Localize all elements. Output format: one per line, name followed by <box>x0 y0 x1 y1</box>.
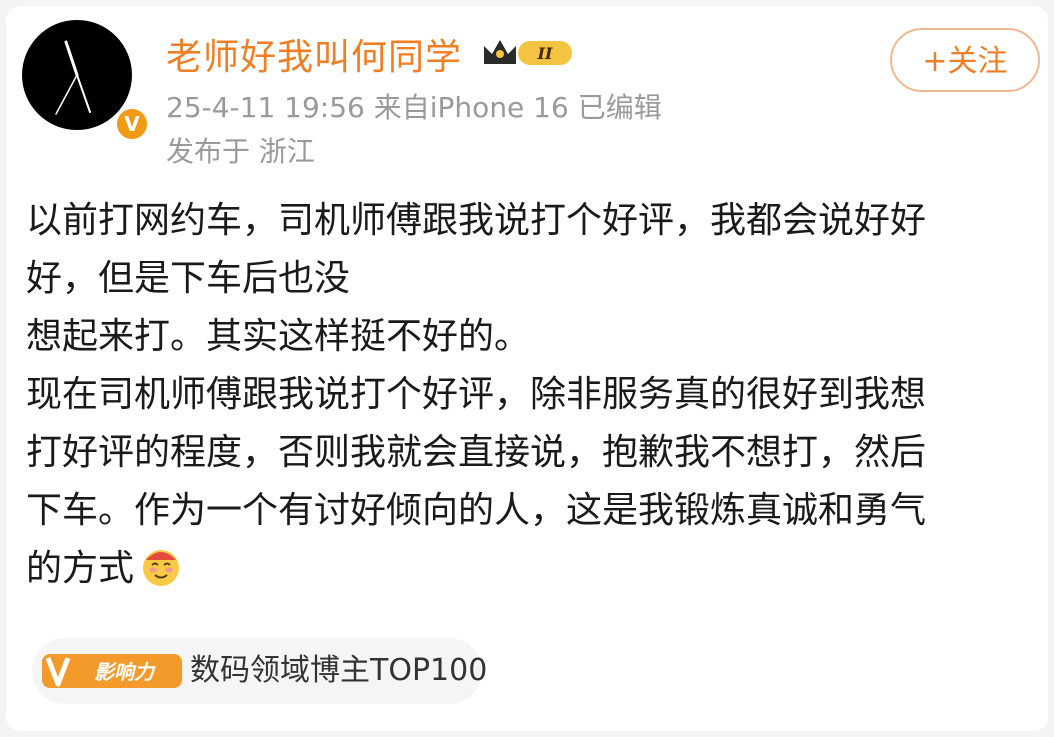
rank-level-text: II <box>537 44 553 63</box>
author-name[interactable]: 老师好我叫何同学 <box>166 28 462 80</box>
post-meta: 25-4-11 19:56 来自iPhone 16 已编辑 <box>166 91 662 124</box>
rank-crown-badge-icon: II <box>484 40 572 65</box>
post-line-text: 的方式 <box>26 548 135 589</box>
embarrassed-smile-emoji-icon <box>143 550 180 586</box>
post-line-last: 的方式 <box>26 540 1036 598</box>
verified-badge-icon: V <box>114 106 150 142</box>
influence-tag[interactable]: 影响力 数码领域博主TOP100 <box>32 638 487 704</box>
influence-tag-label: 数码领域博主TOP100 <box>190 653 488 688</box>
post-line: 好，但是下车后也没 <box>26 258 351 299</box>
post-content: 以前打网约车，司机师傅跟我说打个好评，我都会说好好 好，但是下车后也没 想起来打… <box>26 192 1036 598</box>
avatar[interactable]: V <box>22 20 150 142</box>
post-location: 发布于 浙江 <box>166 135 315 168</box>
weibo-post-card: V 老师好我叫何同学 II 25-4-11 19:56 来自iPhone 16 … <box>6 6 1048 731</box>
post-line: 以前打网约车，司机师傅跟我说打个好评，我都会说好好 <box>26 200 927 241</box>
post-line: 现在司机师傅跟我说打个好评，除非服务真的很好到我想 <box>26 374 927 415</box>
follow-button[interactable]: +关注 <box>890 28 1040 92</box>
post-line: 想起来打。其实这样挺不好的。 <box>26 316 531 357</box>
influence-badge-icon: 影响力 <box>42 654 182 688</box>
clock-hands-icon <box>55 40 91 115</box>
post-line: 打好评的程度，否则我就会直接说，抱歉我不想打，然后 <box>26 432 927 473</box>
post-line: 下车。作为一个有讨好倾向的人，这是我锻炼真诚和勇气 <box>26 490 927 531</box>
influence-badge-text: 影响力 <box>94 660 156 684</box>
